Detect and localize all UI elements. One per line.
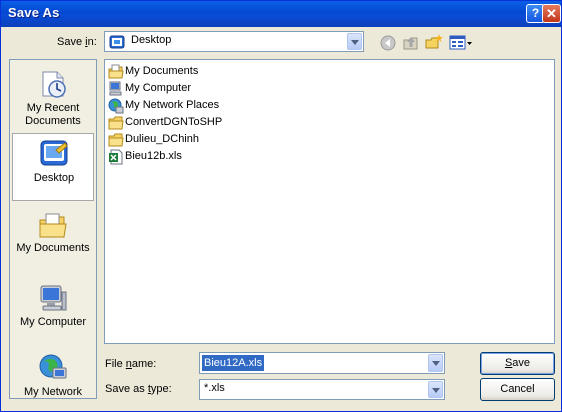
- help-icon: ?: [531, 6, 540, 20]
- my-documents-icon: [108, 64, 124, 79]
- close-icon: ✕: [546, 6, 557, 21]
- save-as-type-label-text: Save as: [105, 383, 148, 395]
- place-my-network[interactable]: My Network: [12, 348, 94, 398]
- my-computer-icon: [109, 81, 122, 96]
- place-label-line1: My Documents: [16, 242, 90, 254]
- chevron-down-icon[interactable]: [428, 354, 443, 372]
- cancel-button[interactable]: Cancel: [480, 378, 555, 401]
- save-as-type-label-end: ype:: [150, 383, 172, 395]
- save-in-value: Desktop: [131, 34, 172, 46]
- place-label: My Documents: [12, 242, 94, 255]
- save-as-dialog: Save As ? ✕ Save in: Desktop My Recent D…: [0, 0, 562, 412]
- views-menu-icon[interactable]: [448, 33, 474, 53]
- excel-file-icon: [109, 149, 123, 165]
- file-name-input-selected[interactable]: Bieu12A.xls: [202, 355, 265, 371]
- file-name: ConvertDGNToSHP: [125, 116, 223, 128]
- place-label: My Computer: [12, 316, 94, 329]
- file-name: Dulieu_DChinh: [125, 133, 199, 145]
- save-button[interactable]: Save: [480, 352, 555, 375]
- place-label-line1: Desktop: [33, 172, 75, 184]
- file-name-label: File name:: [105, 358, 156, 370]
- folder-icon: [108, 133, 124, 147]
- save-as-type-value: *.xls: [204, 382, 225, 394]
- place-label-line2: Documents: [25, 115, 81, 127]
- chevron-down-icon[interactable]: [347, 33, 362, 50]
- place-desktop[interactable]: Desktop: [12, 133, 94, 201]
- place-label-line1: My Recent: [26, 102, 80, 114]
- close-button[interactable]: ✕: [542, 4, 561, 23]
- save-in-label-end: n:: [87, 36, 97, 48]
- save-in-dropdown[interactable]: Desktop: [104, 31, 364, 52]
- save-in-label-text: Save: [57, 36, 86, 48]
- recent-documents-icon: [42, 71, 66, 98]
- file-name: My Computer: [125, 82, 192, 94]
- place-label: My Network: [12, 386, 94, 398]
- up-folder-icon[interactable]: [401, 33, 421, 53]
- save-as-type-dropdown[interactable]: *.xls: [199, 379, 445, 400]
- my-computer-icon: [40, 285, 67, 311]
- place-my-computer[interactable]: My Computer: [12, 278, 94, 346]
- file-name: My Documents: [125, 65, 199, 77]
- my-network-icon: [39, 354, 67, 379]
- dialog-title: Save As: [8, 5, 60, 20]
- chevron-down-icon[interactable]: [428, 381, 443, 398]
- my-documents-icon: [39, 213, 67, 238]
- file-name: Bieu12b.xls: [125, 150, 182, 162]
- save-in-label: Save in:: [57, 36, 97, 48]
- file-list[interactable]: My Documents My Computer My Network Plac…: [104, 59, 555, 344]
- new-folder-icon[interactable]: [424, 33, 444, 53]
- place-label-line1: My Computer: [19, 316, 87, 328]
- place-label-line1: My Network: [23, 386, 83, 398]
- file-name: My Network Places: [125, 99, 220, 111]
- file-name-field[interactable]: Bieu12A.xls: [199, 352, 445, 374]
- network-places-icon: [108, 98, 124, 114]
- save-button-label: ave: [512, 357, 531, 369]
- title-bar[interactable]: Save As ? ✕: [1, 1, 561, 27]
- file-name-label-text: File: [105, 358, 126, 370]
- folder-icon: [108, 116, 124, 130]
- place-label: Desktop: [13, 172, 95, 185]
- save-as-type-label: Save as type:: [105, 383, 172, 395]
- place-label: My Recent Documents: [12, 102, 94, 128]
- place-my-recent-documents[interactable]: My Recent Documents: [12, 64, 94, 132]
- cancel-button-label: Cancel: [500, 383, 535, 395]
- file-name-label-end: ame:: [131, 358, 157, 370]
- back-icon[interactable]: [378, 33, 398, 53]
- place-my-documents[interactable]: My Documents: [12, 206, 94, 274]
- desktop-icon: [109, 35, 125, 49]
- desktop-icon: [40, 140, 68, 166]
- places-bar: My RecentDocuments Desktop My Documents: [9, 59, 97, 399]
